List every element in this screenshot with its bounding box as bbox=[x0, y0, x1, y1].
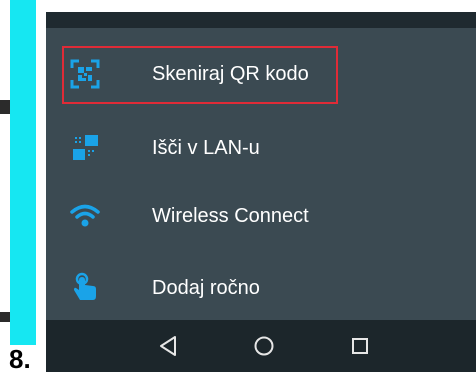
left-edge-strip bbox=[0, 312, 10, 322]
step-number-label: 8. bbox=[9, 344, 31, 374]
back-triangle-icon[interactable] bbox=[154, 332, 182, 360]
hand-tap-icon bbox=[68, 271, 102, 305]
navigation-bar bbox=[46, 320, 476, 372]
menu-item-wireless-connect[interactable]: Wireless Connect bbox=[46, 184, 476, 248]
status-bar bbox=[46, 12, 476, 28]
menu-item-add-manually[interactable]: Dodaj ročno bbox=[46, 256, 476, 320]
recent-apps-square-icon[interactable] bbox=[346, 332, 374, 360]
home-circle-icon[interactable] bbox=[250, 332, 278, 360]
left-edge-strip bbox=[0, 100, 10, 114]
menu-item-search-lan[interactable]: Išči v LAN-u bbox=[46, 116, 476, 180]
menu-item-label: Išči v LAN-u bbox=[152, 137, 260, 159]
menu-item-label: Dodaj ročno bbox=[152, 277, 260, 299]
lan-search-icon bbox=[68, 131, 102, 165]
selection-highlight-box bbox=[62, 46, 338, 104]
wifi-icon bbox=[68, 199, 102, 233]
phone-screen: Skeniraj QR kodo Išči v LAN-u Wireless C… bbox=[46, 12, 476, 372]
menu-item-label: Wireless Connect bbox=[152, 205, 309, 227]
cyan-side-bar bbox=[10, 0, 36, 345]
